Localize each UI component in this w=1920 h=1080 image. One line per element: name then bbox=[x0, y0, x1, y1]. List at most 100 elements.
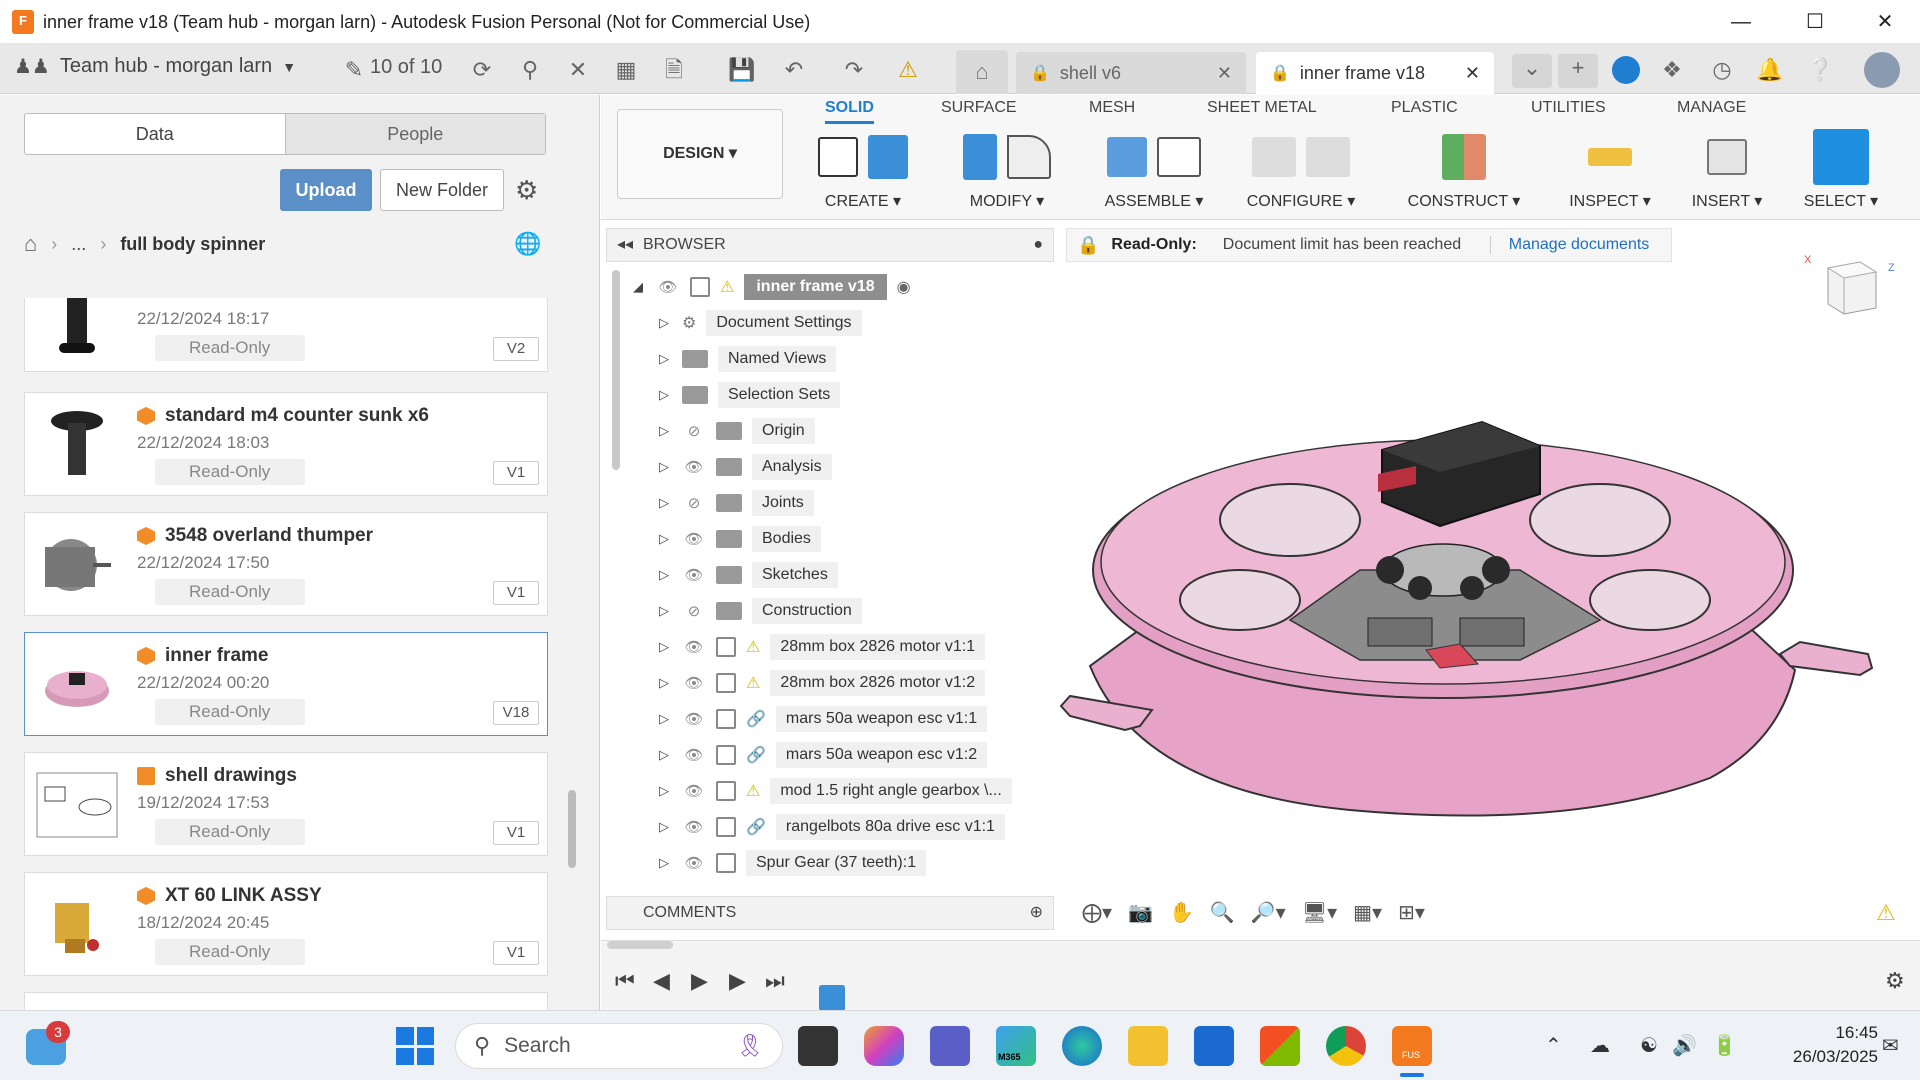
assemble-group[interactable]: ASSEMBLE ▾ bbox=[1089, 131, 1219, 211]
model-viewport[interactable] bbox=[1060, 270, 1920, 890]
expand-triangle-icon[interactable]: ▷ bbox=[656, 747, 672, 763]
expand-triangle-icon[interactable]: ◢ bbox=[630, 279, 646, 295]
expand-triangle-icon[interactable]: ▷ bbox=[656, 495, 672, 511]
expand-triangle-icon[interactable]: ▷ bbox=[656, 711, 672, 727]
version-selector[interactable]: V18 bbox=[493, 701, 539, 725]
configure-table-icon[interactable] bbox=[1306, 137, 1350, 177]
browser-item-named-views[interactable]: ▷ Named Views bbox=[656, 344, 837, 374]
fillet-icon[interactable] bbox=[1007, 135, 1051, 179]
viewports-icon[interactable]: ⊞▾ bbox=[1398, 900, 1425, 925]
go-to-end-icon[interactable]: ⏭ bbox=[765, 968, 785, 994]
play-icon[interactable]: ▶ bbox=[691, 968, 708, 994]
expand-triangle-icon[interactable]: ▷ bbox=[656, 567, 672, 583]
orbit-icon[interactable]: ⨁▾ bbox=[1082, 900, 1112, 925]
tab-solid[interactable]: SOLID bbox=[825, 99, 874, 124]
list-item[interactable]: shell drawings 19/12/2024 17:53 Read-Onl… bbox=[24, 752, 548, 856]
m365-icon[interactable]: M365 bbox=[996, 1026, 1036, 1066]
insert-group[interactable]: INSERT ▾ bbox=[1681, 131, 1773, 211]
browser-item-construction[interactable]: ▷ ⊘ Construction bbox=[656, 596, 862, 626]
workspace-selector[interactable]: DESIGN ▾ bbox=[617, 109, 783, 199]
timeline-feature[interactable] bbox=[819, 985, 845, 1011]
joint-table-icon[interactable] bbox=[1157, 137, 1201, 177]
grid-apps-icon[interactable]: ▦ bbox=[612, 56, 640, 84]
microsoft-store-icon[interactable] bbox=[1260, 1026, 1300, 1066]
home-tab-icon[interactable]: ⌂ bbox=[956, 50, 1008, 94]
zoom-icon[interactable]: 🔍 bbox=[1210, 900, 1235, 925]
activate-radio-icon[interactable]: ◉ bbox=[897, 277, 911, 297]
new-tab-icon[interactable]: + bbox=[1558, 54, 1598, 88]
search-icon[interactable]: ⚲ bbox=[516, 56, 544, 84]
measure-icon[interactable] bbox=[1588, 148, 1632, 166]
browser-item-gearbox[interactable]: ▷ 👁 ⚠ mod 1.5 right angle gearbox \... bbox=[656, 776, 1012, 806]
new-component-icon[interactable] bbox=[1107, 137, 1147, 177]
wifi-icon[interactable]: ☯ bbox=[1640, 1033, 1658, 1058]
tray-chevron-up-icon[interactable]: ⌃ bbox=[1545, 1033, 1562, 1058]
eye-icon[interactable]: 👁 bbox=[682, 530, 706, 548]
read-only-badge[interactable]: Read-Only bbox=[155, 819, 305, 845]
press-pull-icon[interactable] bbox=[963, 134, 997, 180]
browser-header[interactable]: ◂◂ BROWSER ● bbox=[606, 228, 1054, 262]
tab-overflow-icon[interactable]: ⌄ bbox=[1512, 54, 1552, 88]
read-only-badge[interactable]: Read-Only bbox=[155, 699, 305, 725]
expand-triangle-icon[interactable]: ▷ bbox=[656, 423, 672, 439]
list-item[interactable]: standard m4 counter sunk x6 22/12/2024 1… bbox=[24, 392, 548, 496]
select-group[interactable]: SELECT ▾ bbox=[1791, 129, 1891, 211]
expand-triangle-icon[interactable]: ▷ bbox=[656, 819, 672, 835]
browser-item-drive-esc[interactable]: ▷ 👁 🔗 rangelbots 80a drive esc v1:1 bbox=[656, 812, 1005, 842]
browser-pin-icon[interactable]: ● bbox=[1033, 229, 1043, 261]
minimize-button[interactable]: — bbox=[1716, 8, 1766, 36]
teams-icon[interactable] bbox=[930, 1026, 970, 1066]
browser-item-selection-sets[interactable]: ▷ Selection Sets bbox=[656, 380, 841, 410]
tab-shell-v6[interactable]: 🔒 shell v6 ✕ bbox=[1016, 52, 1246, 94]
tab-sheet-metal[interactable]: SHEET METAL bbox=[1207, 99, 1317, 117]
browser-item-joints[interactable]: ▷ ⊘ Joints bbox=[656, 488, 814, 518]
notification-center-icon[interactable]: ✉ bbox=[1882, 1033, 1899, 1058]
windows-start-icon[interactable] bbox=[396, 1027, 434, 1065]
chrome-icon[interactable] bbox=[1326, 1026, 1366, 1066]
tab-people[interactable]: People bbox=[285, 114, 545, 154]
tab-utilities[interactable]: UTILITIES bbox=[1531, 99, 1606, 117]
refresh-icon[interactable]: ⟳ bbox=[468, 56, 496, 84]
team-hub-selector[interactable]: ♟♟ Team hub - morgan larn ▼ bbox=[14, 54, 296, 79]
browser-root[interactable]: ◢ 👁 ⚠ inner frame v18 ◉ bbox=[630, 272, 911, 302]
expand-triangle-icon[interactable]: ▷ bbox=[656, 387, 672, 403]
list-item[interactable]: XT 60 LINK ASSY 18/12/2024 20:45 Read-On… bbox=[24, 872, 548, 976]
extrude-icon[interactable] bbox=[868, 135, 908, 179]
browser-item-analysis[interactable]: ▷ 👁 Analysis bbox=[656, 452, 832, 482]
browser-item-origin[interactable]: ▷ ⊘ Origin bbox=[656, 416, 815, 446]
eye-icon[interactable]: 👁 bbox=[682, 746, 706, 764]
maximize-button[interactable]: ☐ bbox=[1790, 8, 1840, 36]
modify-group[interactable]: MODIFY ▾ bbox=[945, 131, 1069, 211]
expand-triangle-icon[interactable]: ▷ bbox=[656, 783, 672, 799]
expand-triangle-icon[interactable]: ▷ bbox=[656, 603, 672, 619]
offset-plane-icon[interactable] bbox=[1442, 134, 1486, 180]
read-only-badge[interactable]: Read-Only bbox=[155, 579, 305, 605]
eye-icon[interactable]: 👁 bbox=[682, 818, 706, 836]
home-icon[interactable]: ⌂ bbox=[24, 231, 37, 257]
save-icon[interactable]: 💾 bbox=[728, 56, 756, 84]
volume-icon[interactable]: 🔊 bbox=[1672, 1033, 1697, 1058]
undo-icon[interactable]: ↶ bbox=[780, 56, 808, 84]
tab-manage[interactable]: MANAGE bbox=[1677, 99, 1746, 117]
version-selector[interactable]: V1 bbox=[493, 461, 539, 485]
data-panel-scrollbar[interactable] bbox=[568, 790, 576, 868]
configure-group[interactable]: CONFIGURE ▾ bbox=[1233, 131, 1369, 211]
fusion-taskbar-icon[interactable]: FUS bbox=[1392, 1026, 1432, 1066]
cloud-icon[interactable]: ☁ bbox=[1590, 1033, 1610, 1058]
timeline-scrollbar[interactable] bbox=[607, 941, 673, 949]
upload-button[interactable]: Upload bbox=[280, 169, 372, 211]
go-to-start-icon[interactable]: ⏮ bbox=[615, 968, 635, 994]
taskbar-search[interactable]: ⚲ Search 🎗 bbox=[455, 1023, 783, 1069]
expand-triangle-icon[interactable]: ▷ bbox=[656, 315, 672, 331]
create-group[interactable]: CREATE ▾ bbox=[801, 131, 925, 211]
outlook-icon[interactable] bbox=[1194, 1026, 1234, 1066]
eye-icon[interactable]: 👁 bbox=[682, 782, 706, 800]
browser-item-sketches[interactable]: ▷ 👁 Sketches bbox=[656, 560, 838, 590]
browser-item-spur-gear[interactable]: ▷ 👁 Spur Gear (37 teeth):1 bbox=[656, 848, 927, 878]
close-panel-icon[interactable]: ✕ bbox=[564, 56, 592, 84]
close-tab-icon[interactable]: ✕ bbox=[1217, 63, 1232, 84]
version-selector[interactable]: V1 bbox=[493, 941, 539, 965]
battery-icon[interactable]: 🔋 bbox=[1712, 1033, 1737, 1058]
tab-data[interactable]: Data bbox=[25, 114, 286, 154]
look-at-icon[interactable]: 📷 bbox=[1128, 900, 1153, 925]
